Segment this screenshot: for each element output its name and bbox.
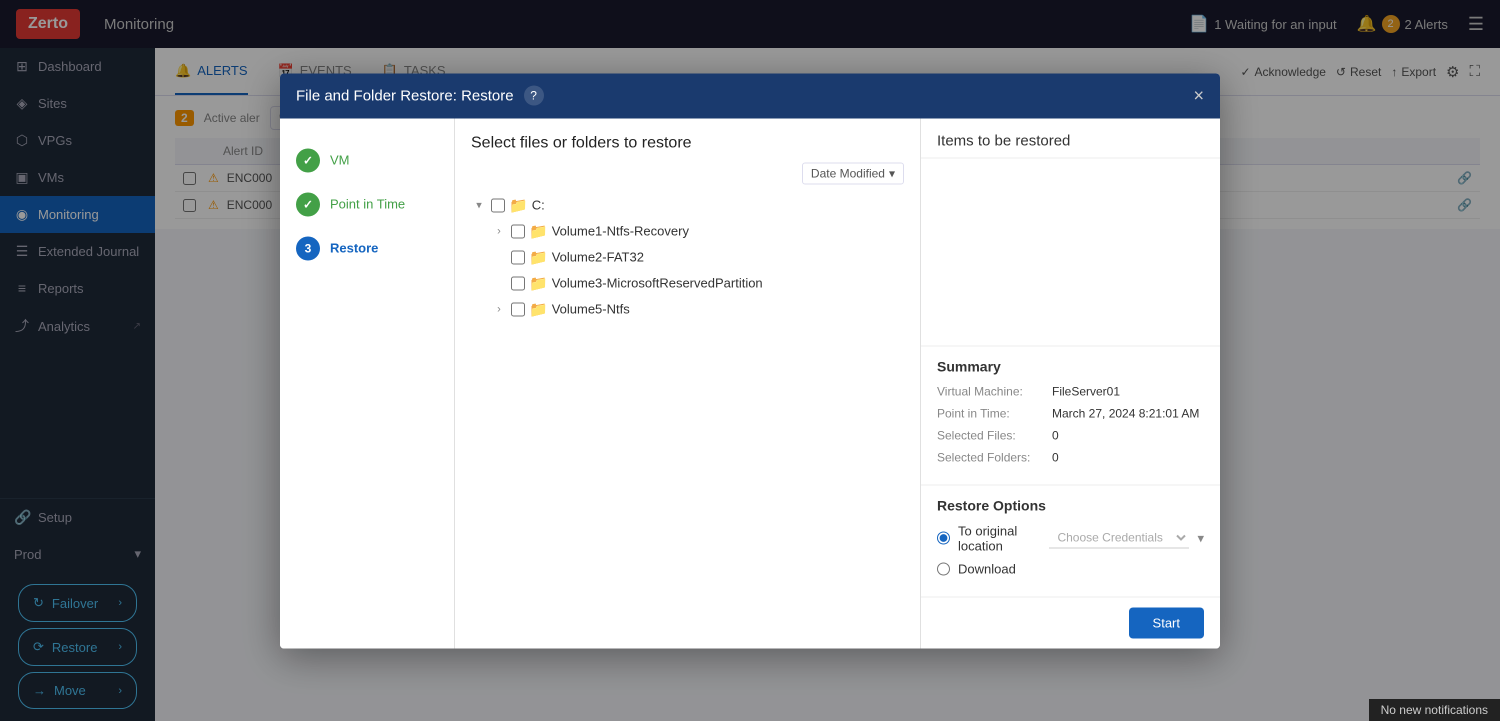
modal-body: ✓ VM ✓ Point in Time 3 Restore Select fi…: [280, 118, 1220, 648]
step-circle-pit: ✓: [296, 192, 320, 216]
restore-options-title: Restore Options: [937, 497, 1204, 513]
modal-header: File and Folder Restore: Restore ? ×: [280, 73, 1220, 118]
wizard-step-point-in-time[interactable]: ✓ Point in Time: [280, 182, 454, 226]
summary-label: Point in Time:: [937, 406, 1052, 420]
wizard-step-restore[interactable]: 3 Restore: [280, 226, 454, 270]
restore-panel-title: Items to be restored: [921, 118, 1220, 158]
list-item: ▾ 📁 C:: [471, 192, 904, 218]
summary-label: Selected Files:: [937, 428, 1052, 442]
summary-row-folders: Selected Folders: 0: [937, 450, 1204, 464]
step-label-vm: VM: [330, 153, 350, 168]
file-name[interactable]: Volume3-MicrosoftReservedPartition: [552, 276, 763, 291]
list-item: › 📁 Volume5-Ntfs: [471, 296, 904, 322]
modal: File and Folder Restore: Restore ? × ✓ V…: [280, 73, 1220, 648]
file-checkbox[interactable]: [511, 224, 525, 238]
summary-row-vm: Virtual Machine: FileServer01: [937, 384, 1204, 398]
file-name[interactable]: C:: [532, 198, 545, 213]
summary-value: March 27, 2024 8:21:01 AM: [1052, 406, 1199, 420]
wizard-panel: ✓ VM ✓ Point in Time 3 Restore: [280, 118, 455, 648]
summary-row-files: Selected Files: 0: [937, 428, 1204, 442]
expand-icon[interactable]: ›: [491, 303, 507, 315]
step-label-restore: Restore: [330, 241, 378, 256]
restore-panel: Items to be restored Summary Virtual Mac…: [920, 118, 1220, 648]
summary-title: Summary: [937, 358, 1204, 374]
restore-option-original[interactable]: To original location Choose Credentials …: [937, 523, 1204, 553]
summary-label: Selected Folders:: [937, 450, 1052, 464]
folder-icon: 📁: [529, 248, 548, 266]
expand-icon[interactable]: ▾: [471, 199, 487, 212]
file-checkbox[interactable]: [511, 302, 525, 316]
list-item: › 📁 Volume1-Ntfs-Recovery: [471, 218, 904, 244]
wizard-step-vm[interactable]: ✓ VM: [280, 138, 454, 182]
date-modified-sort[interactable]: Date Modified ▾: [802, 162, 904, 184]
step-circle-restore: 3: [296, 236, 320, 260]
restore-option-original-label: To original location: [958, 523, 1041, 553]
summary-value: 0: [1052, 450, 1059, 464]
file-checkbox[interactable]: [511, 276, 525, 290]
credentials-select[interactable]: Choose Credentials: [1049, 528, 1189, 549]
folder-icon: 📁: [529, 300, 548, 318]
file-tree: ▾ 📁 C: › 📁 Volume1-Ntfs-Recovery › 📁: [471, 192, 904, 632]
sort-label: Date Modified: [811, 166, 885, 180]
notification-text: No new notifications: [1381, 703, 1488, 717]
radio-original[interactable]: [937, 532, 950, 545]
list-item: › 📁 Volume2-FAT32: [471, 244, 904, 270]
list-item: › 📁 Volume3-MicrosoftReservedPartition: [471, 270, 904, 296]
expand-icon[interactable]: ›: [491, 225, 507, 237]
credentials-chevron-icon: ▾: [1197, 530, 1204, 546]
folder-icon: 📁: [529, 274, 548, 292]
file-browser-header: Date Modified ▾: [471, 162, 904, 184]
step-label-pit: Point in Time: [330, 197, 405, 212]
help-button[interactable]: ?: [524, 86, 544, 106]
step-circle-vm: ✓: [296, 148, 320, 172]
file-name[interactable]: Volume2-FAT32: [552, 250, 644, 265]
summary-value: FileServer01: [1052, 384, 1120, 398]
folder-icon: 📁: [509, 196, 528, 214]
sort-arrow-icon: ▾: [889, 166, 895, 180]
summary-label: Virtual Machine:: [937, 384, 1052, 398]
start-button[interactable]: Start: [1129, 607, 1204, 638]
modal-header-left: File and Folder Restore: Restore ?: [296, 86, 544, 106]
file-name[interactable]: Volume5-Ntfs: [552, 302, 630, 317]
radio-download[interactable]: [937, 562, 950, 575]
restore-option-download[interactable]: Download: [937, 561, 1204, 576]
summary-row-pit: Point in Time: March 27, 2024 8:21:01 AM: [937, 406, 1204, 420]
restore-options-section: Restore Options To original location Cho…: [921, 484, 1220, 596]
summary-section: Summary Virtual Machine: FileServer01 Po…: [921, 345, 1220, 484]
folder-icon: 📁: [529, 222, 548, 240]
notification-bar: No new notifications: [1369, 699, 1500, 721]
modal-footer: Start: [921, 596, 1220, 648]
restore-items-area: [921, 158, 1220, 345]
modal-title: File and Folder Restore: Restore: [296, 87, 514, 104]
file-checkbox[interactable]: [491, 198, 505, 212]
file-browser: Select files or folders to restore Date …: [455, 118, 920, 648]
summary-value: 0: [1052, 428, 1059, 442]
close-button[interactable]: ×: [1193, 85, 1204, 106]
restore-option-download-label: Download: [958, 561, 1016, 576]
file-checkbox[interactable]: [511, 250, 525, 264]
file-browser-title: Select files or folders to restore: [471, 134, 904, 152]
file-name[interactable]: Volume1-Ntfs-Recovery: [552, 224, 689, 239]
